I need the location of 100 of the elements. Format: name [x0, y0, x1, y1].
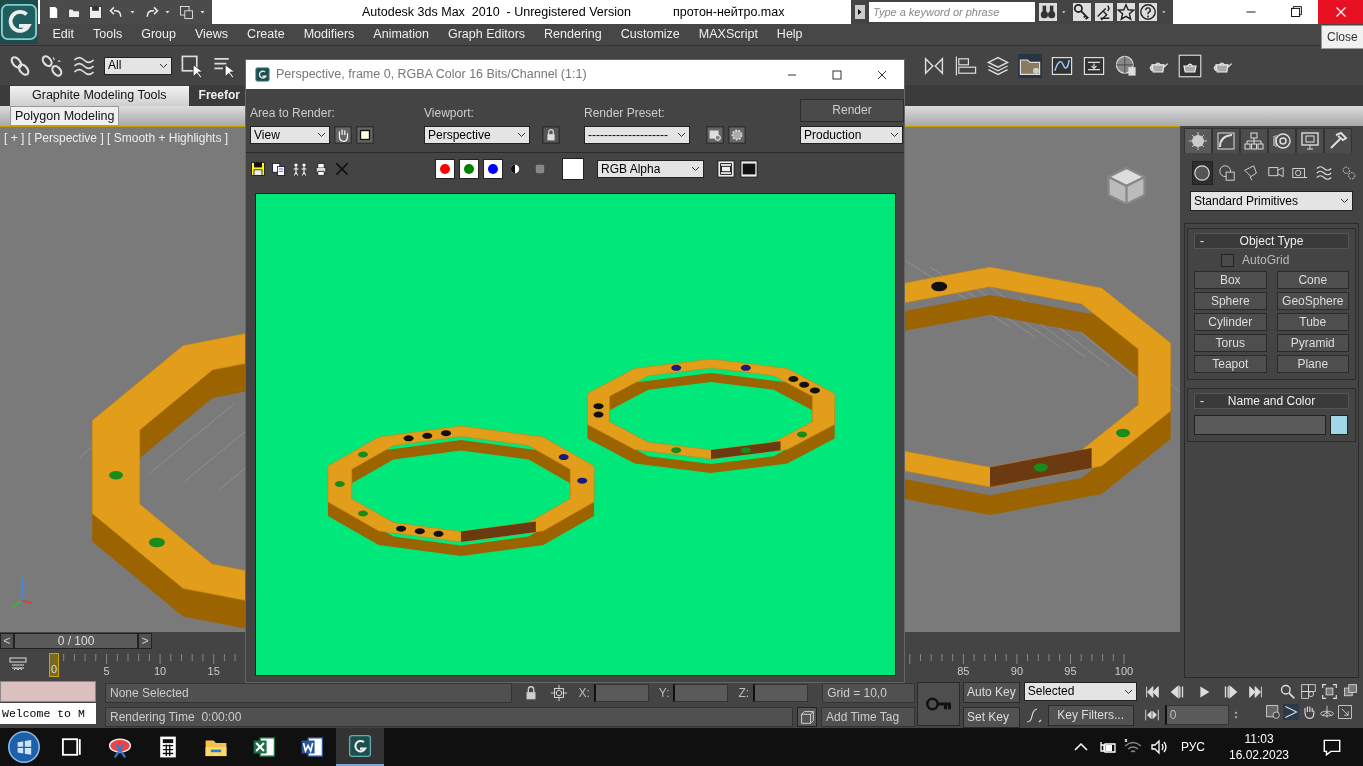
- area-dropdown[interactable]: View: [250, 126, 330, 144]
- primitive-button[interactable]: Cone: [1276, 271, 1349, 290]
- primitive-button[interactable]: Pyramid: [1276, 334, 1349, 353]
- lock-icon[interactable]: [542, 126, 560, 144]
- isolate-box-icon[interactable]: [797, 707, 817, 727]
- zoom-all-icon[interactable]: [1299, 683, 1317, 700]
- menu-item[interactable]: Create: [237, 24, 295, 45]
- broken-chain-icon[interactable]: [40, 53, 64, 78]
- clear-window-icon[interactable]: [740, 160, 758, 178]
- rollout-header[interactable]: - Name and Color: [1194, 393, 1349, 410]
- maxscript-listener-field[interactable]: [0, 681, 96, 702]
- menu-item[interactable]: Customize: [611, 24, 690, 45]
- satellite-icon[interactable]: [1095, 3, 1113, 21]
- primitive-button[interactable]: Sphere: [1194, 292, 1267, 311]
- settings-icon[interactable]: [728, 126, 746, 144]
- menu-item[interactable]: Help: [767, 24, 813, 45]
- region-icon[interactable]: [356, 126, 374, 144]
- key-mode-dropdown[interactable]: Selected: [1023, 682, 1137, 701]
- save-icon[interactable]: [250, 161, 266, 177]
- menu-item[interactable]: Animation: [363, 24, 439, 45]
- taskbar-app[interactable]: [336, 728, 384, 766]
- menu-item[interactable]: Graph Editors: [438, 24, 535, 45]
- viewport-dropdown[interactable]: Perspective: [424, 126, 530, 144]
- copy-icon[interactable]: [271, 161, 287, 177]
- channel-toggle[interactable]: [459, 159, 479, 179]
- viewport-label[interactable]: [ + ] [ Perspective ] [ Smooth + Highlights ]: [4, 131, 229, 146]
- collapse-toggle[interactable]: -: [1200, 394, 1204, 409]
- auto-key-button[interactable]: Auto Key: [963, 682, 1020, 703]
- channel-toggle[interactable]: [483, 159, 503, 179]
- zoom-extents-icon[interactable]: [1320, 683, 1338, 700]
- align-icon[interactable]: [954, 53, 978, 78]
- alpha-icon[interactable]: [533, 162, 547, 176]
- ribbon-panel-tab[interactable]: Polygon Modeling: [10, 106, 120, 126]
- app-logo-icon[interactable]: [0, 0, 38, 44]
- render-mode-dropdown[interactable]: Production: [800, 126, 903, 144]
- monochrome-icon[interactable]: [508, 162, 522, 176]
- binoculars-icon[interactable]: [1039, 3, 1057, 21]
- primitive-button[interactable]: Cylinder: [1194, 313, 1267, 332]
- preset-dropdown[interactable]: --------------------: [584, 126, 690, 144]
- language-indicator[interactable]: РУС: [1180, 739, 1205, 755]
- hand-icon[interactable]: [334, 126, 352, 144]
- collapse-toggle[interactable]: -: [1200, 234, 1204, 248]
- document-icon[interactable]: [299, 734, 325, 760]
- folder-icon[interactable]: [1018, 53, 1042, 78]
- menu-item[interactable]: Group: [131, 24, 186, 45]
- channel-display-dropdown[interactable]: RGB Alpha: [597, 160, 704, 178]
- coordinate-field[interactable]: [673, 684, 729, 702]
- go-to-end-icon[interactable]: [1246, 683, 1265, 701]
- windows-logo-icon[interactable]: [8, 731, 40, 763]
- coordinate-field[interactable]: [593, 684, 649, 702]
- clock-time[interactable]: 11:03: [1244, 730, 1274, 747]
- set-key-mode-button[interactable]: Set Key: [963, 707, 1020, 728]
- spreadsheet-icon[interactable]: [251, 734, 277, 760]
- menu-item[interactable]: Rendering: [534, 24, 612, 45]
- ribbon-tab[interactable]: Freefor: [196, 86, 242, 106]
- primitive-button[interactable]: Teapot: [1194, 355, 1267, 374]
- color-swatch[interactable]: [1330, 415, 1348, 436]
- chain-link-icon[interactable]: [8, 53, 32, 78]
- save-icon[interactable]: [87, 3, 104, 21]
- autogrid-checkbox[interactable]: [1221, 253, 1234, 267]
- select-object-icon[interactable]: [180, 53, 204, 78]
- primitive-button[interactable]: Box: [1194, 271, 1267, 290]
- menu-item[interactable]: Modifiers: [294, 24, 364, 45]
- background-swatch[interactable]: [562, 158, 584, 180]
- selection-filter-dropdown[interactable]: All: [104, 56, 172, 75]
- people-icon[interactable]: [292, 161, 308, 177]
- primitive-button[interactable]: Plane: [1276, 355, 1349, 374]
- object-category-dropdown[interactable]: Standard Primitives: [1190, 191, 1353, 211]
- coordinate-field[interactable]: [753, 684, 809, 702]
- project-folder-icon[interactable]: [178, 3, 195, 21]
- current-frame-marker[interactable]: 0: [49, 653, 59, 677]
- search-field[interactable]: Type a keyword or phrase: [869, 2, 1035, 22]
- clock-date[interactable]: 16.02.2023: [1228, 747, 1290, 764]
- orbit-icon[interactable]: [1318, 704, 1335, 720]
- material-editor-icon[interactable]: [1114, 53, 1138, 78]
- crosshair-icon[interactable]: [550, 684, 569, 702]
- render-button[interactable]: Render: [800, 99, 904, 122]
- key-icon[interactable]: [1073, 3, 1091, 21]
- environment-icon[interactable]: [706, 126, 724, 144]
- app-logo-icon[interactable]: [254, 66, 271, 83]
- maximize-viewport-icon[interactable]: [1336, 704, 1353, 720]
- key-filters-button[interactable]: Key Filters...: [1047, 705, 1134, 726]
- ribbon-tab[interactable]: Graphite Modeling Tools: [10, 86, 189, 106]
- menu-item[interactable]: Edit: [43, 24, 84, 45]
- menu-item[interactable]: Tools: [83, 24, 132, 45]
- menu-item[interactable]: MAXScript: [689, 24, 768, 45]
- clone-window-icon[interactable]: [717, 160, 735, 178]
- current-frame-field[interactable]: 0: [1164, 705, 1229, 725]
- app-logo-icon[interactable]: [347, 733, 373, 759]
- next-frame-button[interactable]: >: [138, 633, 152, 649]
- printer-icon[interactable]: [313, 161, 329, 177]
- previous-frame-button[interactable]: <: [0, 633, 14, 649]
- rollout-header[interactable]: - Object Type: [1194, 233, 1349, 249]
- zoom-icon[interactable]: [1278, 683, 1296, 700]
- volume-icon[interactable]: [1148, 737, 1169, 757]
- add-time-tag-button[interactable]: Add Time Tag: [821, 707, 915, 727]
- star-icon[interactable]: [1117, 3, 1135, 21]
- time-slider-thumb[interactable]: 0 / 100: [14, 633, 138, 649]
- primitive-button[interactable]: Tube: [1276, 313, 1349, 332]
- help-icon[interactable]: [1139, 3, 1157, 21]
